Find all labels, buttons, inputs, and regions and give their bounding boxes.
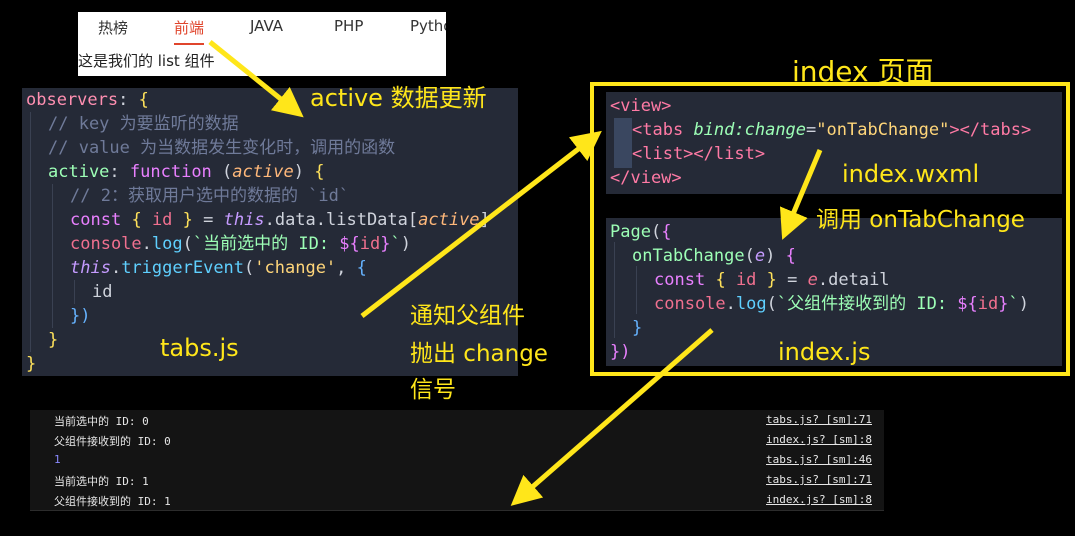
- annotation-arrows: [208, 40, 823, 506]
- arrow-notify-parent: [360, 130, 602, 318]
- arrow-call-handler: [779, 149, 823, 240]
- arrow-tab-to-active: [208, 40, 304, 118]
- arrow-print: [510, 328, 714, 506]
